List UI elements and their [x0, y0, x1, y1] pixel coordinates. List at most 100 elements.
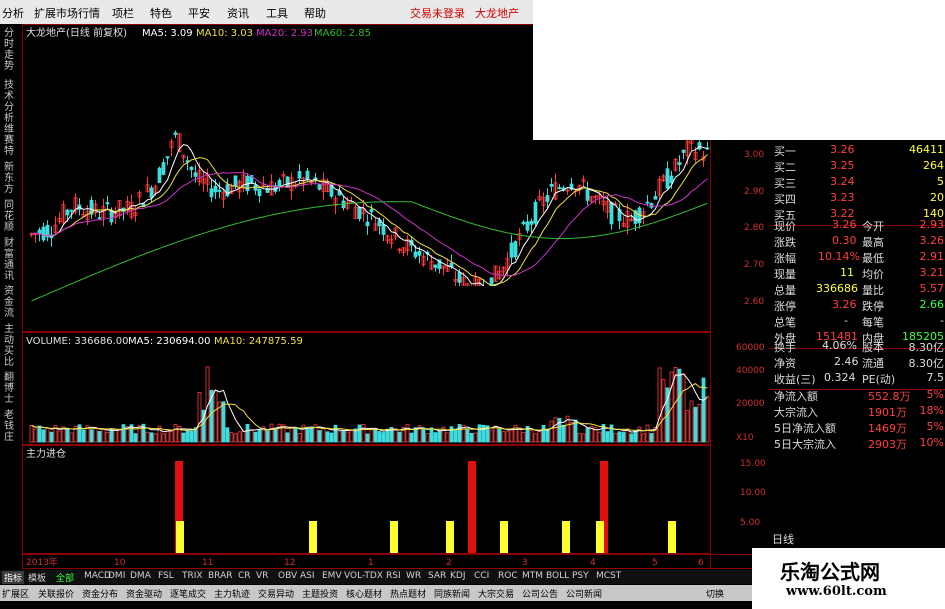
menu-item-analysis[interactable]: 分析 — [2, 5, 24, 21]
indicator-tab-15[interactable]: RSI — [386, 571, 401, 581]
function-tab-10[interactable]: 同族新闻 — [434, 587, 470, 600]
candle-body — [557, 187, 562, 189]
vtab-caifu[interactable]: 财富通讯 — [4, 238, 17, 282]
indicator-tab-7[interactable]: TRIX — [182, 571, 203, 581]
volume-bar — [609, 424, 614, 443]
vtab-weisaite[interactable]: 维赛特 — [4, 124, 17, 157]
candle-body — [533, 201, 538, 224]
indicator-bar-yellow — [596, 521, 604, 553]
volume-bar — [161, 433, 166, 443]
function-tab-3[interactable]: 资金驱动 — [126, 587, 162, 600]
vtab-tonghuashun[interactable]: 同花顺 — [4, 200, 17, 233]
vtab-technical[interactable]: 技术分析 — [4, 80, 17, 124]
indicator-tab-4[interactable]: DMI — [108, 571, 125, 581]
candle-body — [697, 142, 702, 150]
indicator-bar-yellow — [176, 521, 184, 553]
volume-bar — [541, 424, 546, 443]
indicator-tab-20[interactable]: ROC — [498, 571, 518, 581]
function-tab-1[interactable]: 关联报价 — [38, 587, 74, 600]
volume-bar — [325, 431, 330, 443]
volume-bar — [189, 430, 194, 443]
indicator-tab-19[interactable]: CCI — [474, 571, 489, 581]
indicator-tab-16[interactable]: WR — [406, 571, 421, 581]
candle-body — [413, 251, 418, 258]
function-tabs: 扩展区 关联报价 资金分布 资金驱动 逐笔成交 主力轨迹 交易异动 主题投资 核心题材 热点题材同… — [0, 585, 752, 601]
function-tab-12[interactable]: 公司公告 — [522, 587, 558, 600]
volume-tick-40000: 40000 — [736, 366, 765, 376]
indicator-tab-10[interactable]: VR — [256, 571, 268, 581]
function-tab-14[interactable]: 切换 — [706, 587, 724, 600]
stock-alert[interactable]: 大龙地产 — [475, 5, 519, 21]
volume-bar — [225, 427, 230, 443]
indicator-tab-22[interactable]: BOLL — [546, 571, 569, 581]
indicator-tab-9[interactable]: CR — [238, 571, 251, 581]
function-tab-6[interactable]: 交易异动 — [258, 587, 294, 600]
function-tab-7[interactable]: 主题投资 — [302, 587, 338, 600]
function-tab-5[interactable]: 主力轨迹 — [214, 587, 250, 600]
indicator-tab-11[interactable]: OBV — [278, 571, 297, 581]
indicator-tab-18[interactable]: KDJ — [450, 571, 466, 581]
candle-body — [669, 175, 674, 184]
login-status[interactable]: 交易未登录 — [410, 5, 465, 21]
vtab-laoqianzhuang[interactable]: 老钱庄 — [4, 410, 17, 443]
indicator-tick-10: 10.00 — [740, 488, 766, 498]
stat-row-pct: 涨幅 10.14% 最低 2.91 — [774, 250, 944, 265]
ma60-legend: MA60: 2.85 — [314, 28, 371, 39]
function-tab-11[interactable]: 大宗交易 — [478, 587, 514, 600]
indicator-bar-yellow — [668, 521, 676, 553]
indicator-tick-5: 5.00 — [740, 518, 760, 528]
volume-bar — [521, 432, 526, 443]
indicator-tab-5[interactable]: DMA — [130, 571, 151, 581]
quote-panel: 买一 3.26 46411 买二 3.25 264 买三 3.24 5 买四 3… — [770, 140, 945, 548]
time-label-6: 6 — [698, 558, 704, 568]
indicator-tab-12[interactable]: ASI — [300, 571, 315, 581]
function-tab-0[interactable]: 扩展区 — [2, 587, 29, 600]
period-label[interactable]: 日线 — [770, 531, 942, 547]
indicator-tab-17[interactable]: SAR — [428, 571, 446, 581]
vtab-xindongfang[interactable]: 新东方 — [4, 162, 17, 195]
candle-body — [433, 264, 438, 268]
function-tab-2[interactable]: 资金分布 — [82, 587, 118, 600]
volume-bar — [445, 432, 450, 443]
indicator-tab-13[interactable]: EMV — [322, 571, 342, 581]
menu-item-pingan[interactable]: 平安 — [188, 5, 210, 21]
volume-bar — [257, 428, 262, 443]
volume-bar — [105, 431, 110, 443]
volume-ma5-line — [31, 373, 708, 433]
indicator-tab-24[interactable]: MCST — [596, 571, 621, 581]
menu-item-column[interactable]: 项栏 — [112, 5, 134, 21]
menu-item-extended-market[interactable]: 扩展市场行情 — [34, 5, 100, 21]
indicator-tab-1[interactable]: 模板 — [28, 571, 46, 584]
function-tab-9[interactable]: 热点题材 — [390, 587, 426, 600]
function-tab-8[interactable]: 核心题材 — [346, 587, 382, 600]
volume-bar — [545, 428, 550, 443]
menu-item-special[interactable]: 特色 — [150, 5, 172, 21]
menu-item-news[interactable]: 资讯 — [227, 5, 249, 21]
vtab-fanboshi[interactable]: 翻博士 — [4, 372, 17, 405]
indicator-tab-23[interactable]: PSY — [572, 571, 589, 581]
time-label-5: 5 — [652, 558, 658, 568]
indicator-tab-2[interactable]: 全部 — [56, 571, 74, 584]
indicator-tab-14[interactable]: VOL-TDX — [344, 571, 383, 581]
vtab-time-share[interactable]: 分时走势 — [4, 28, 17, 72]
volume-bar — [233, 433, 238, 443]
indicator-tab-3[interactable]: MACD — [84, 571, 111, 581]
function-tab-4[interactable]: 逐笔成交 — [170, 587, 206, 600]
function-tab-13[interactable]: 公司新闻 — [566, 587, 602, 600]
indicator-tab-8[interactable]: BRAR — [208, 571, 232, 581]
menu-item-tools[interactable]: 工具 — [266, 5, 288, 21]
menu-item-help[interactable]: 帮助 — [304, 5, 326, 21]
indicator-tab-21[interactable]: MTM — [522, 571, 543, 581]
candle-body — [457, 271, 462, 283]
volume-bar — [637, 426, 642, 443]
vtab-active-buy[interactable]: 主动买比 — [4, 324, 17, 368]
vtab-fund-flow[interactable]: 资金流 — [4, 286, 17, 319]
candle-body — [509, 242, 514, 258]
ma10-line — [31, 154, 708, 287]
indicator-tab-0[interactable]: 指标 — [2, 571, 25, 584]
volume-tick-x10: X10 — [736, 433, 754, 443]
indicator-bar-yellow — [446, 521, 454, 553]
volume-bar — [297, 433, 302, 443]
indicator-tab-6[interactable]: FSL — [158, 571, 174, 581]
volume-bar — [45, 427, 50, 443]
